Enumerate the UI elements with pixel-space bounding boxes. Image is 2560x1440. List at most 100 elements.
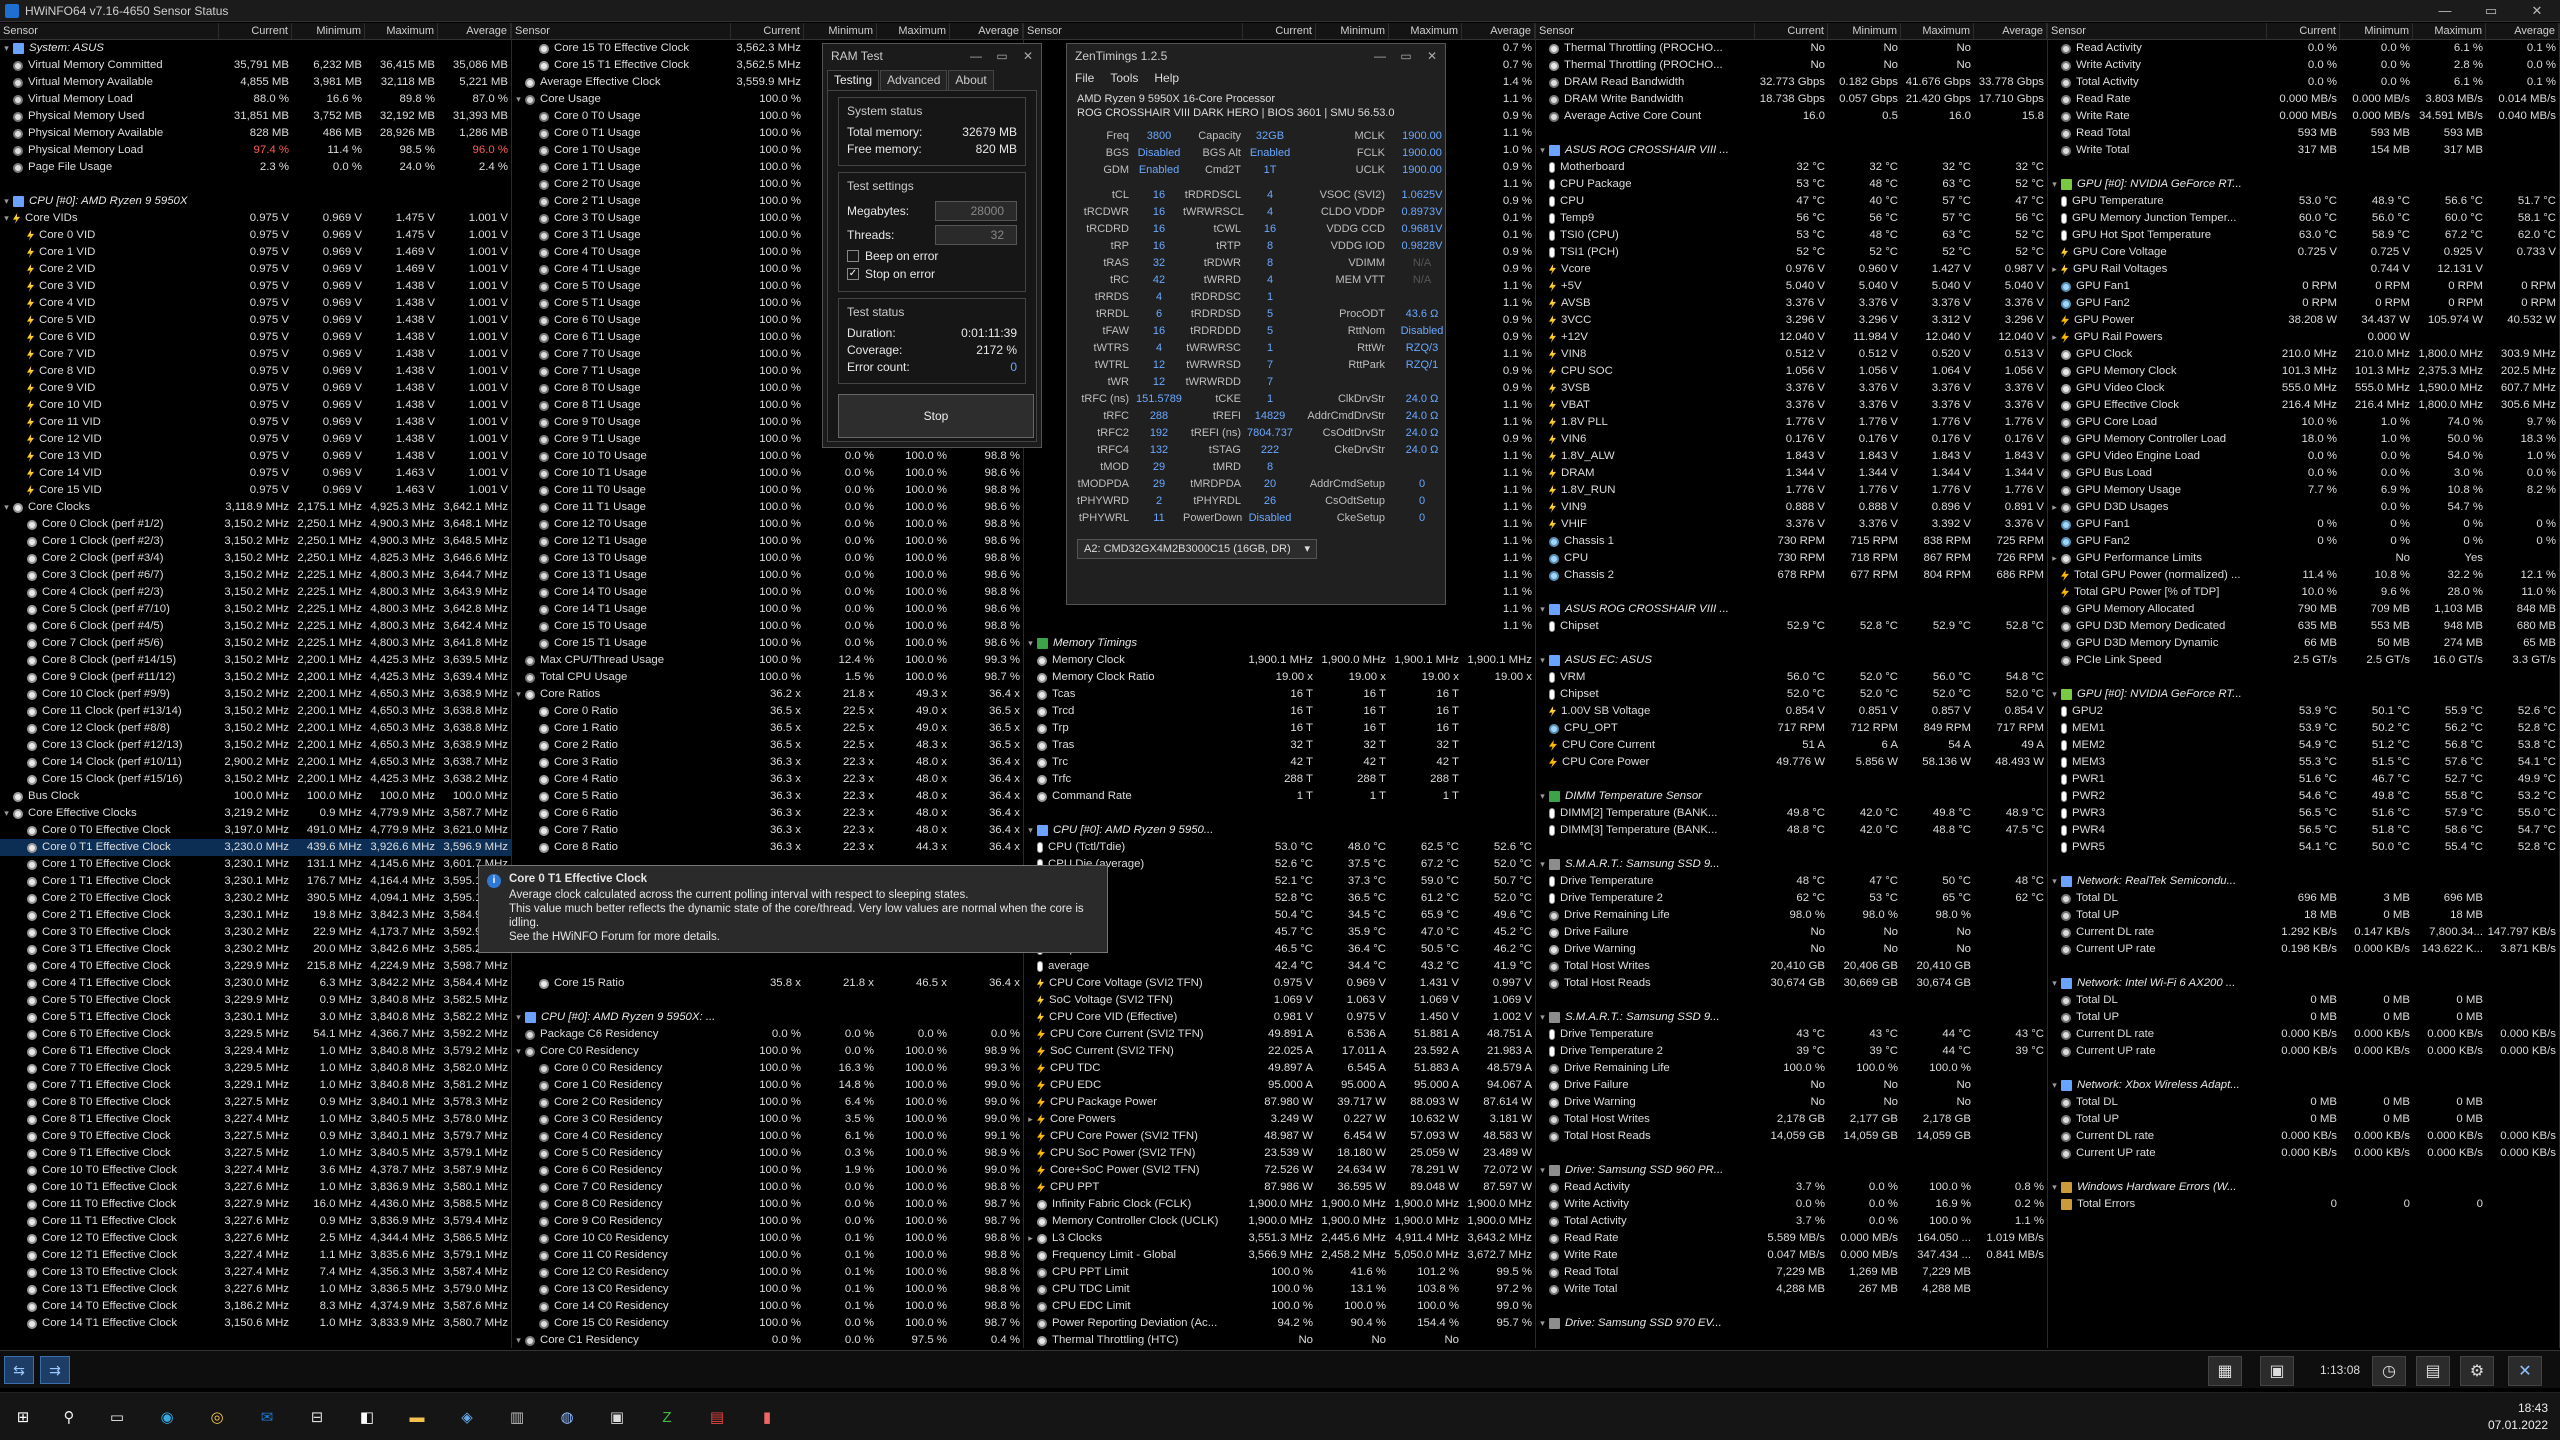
tree-toggle-icon[interactable]: ▾ [512, 686, 525, 703]
sensor-row[interactable] [1536, 1145, 2047, 1162]
sensor-row[interactable]: CPU Package 53 °C 48 °C 63 °C 52 °C [1536, 176, 2047, 193]
sensor-row[interactable]: GPU Memory Allocated 790 MB 709 MB 1,103 MB… [2048, 601, 2559, 618]
sensor-row[interactable]: VIN9 0.888 V 0.888 V 0.896 V 0.891 V [1536, 499, 2047, 516]
sensor-row[interactable]: Total Host Reads 30,674 GB 30,669 GB 30,674… [1536, 975, 2047, 992]
sensor-row[interactable]: CPU TDC Limit 100.0 % 13.1 % 103.8 % 97.2 % [1024, 1281, 1535, 1298]
nav-reset-arrow-icon[interactable]: ⇉ [40, 1356, 70, 1384]
sensor-row[interactable]: GPU Video Engine Load 0.0 % 0.0 % 54.0 % 1.0… [2048, 448, 2559, 465]
store-icon[interactable]: ⊟ [304, 1404, 330, 1430]
sensor-row[interactable]: Memory Clock 1,900.1 MHz 1,900.0 MHz 1,900.… [1024, 652, 1535, 669]
sensor-row[interactable]: Physical Memory Available 828 MB 486 MB 28,… [0, 125, 511, 142]
sensor-row[interactable]: Core 9 Clock (perf #11/12) 3,150.2 MHz 2,2… [0, 669, 511, 686]
sensor-pane-5[interactable]: Sensor Current Minimum Maximum Average Read A… [2048, 23, 2560, 1348]
sensor-row[interactable]: Core 9 VID 0.975 V 0.969 V 1.438 V 1.001 V [0, 380, 511, 397]
sensor-row[interactable]: Total Host Reads 14,059 GB 14,059 GB 14,059… [1536, 1128, 2047, 1145]
sensor-row[interactable]: Core 8 C0 Residency 100.0 % 0.0 % 100.0 % 98… [512, 1196, 1023, 1213]
sensor-row[interactable]: Core 13 T1 Usage 100.0 % 0.0 % 100.0 % 98.6 … [512, 567, 1023, 584]
tree-toggle-icon[interactable]: ▾ [2048, 975, 2061, 992]
sensor-row[interactable]: Core 8 Ratio 36.3 x 22.3 x 44.3 x 36.4 x [512, 839, 1023, 856]
sensor-row[interactable]: Core 12 Clock (perf #8/8) 3,150.2 MHz 2,20… [0, 720, 511, 737]
sensor-row[interactable]: Core 15 Clock (perf #15/16) 3,150.2 MHz 2,… [0, 771, 511, 788]
sensor-row[interactable] [512, 958, 1023, 975]
sensor-row[interactable]: Current DL rate 0.000 KB/s 0.000 KB/s 0.000… [2048, 1128, 2559, 1145]
header-sensor[interactable]: Sensor [2048, 23, 2267, 39]
sensor-row[interactable]: GPU Fan1 0 RPM 0 RPM 0 RPM 0 RPM [2048, 278, 2559, 295]
sensor-group-row[interactable]: ▾ CPU [#0]: AMD Ryzen 9 5950... [1024, 822, 1535, 839]
sensor-group-row[interactable]: ▾ CPU [#0]: AMD Ryzen 9 5950X: ... [512, 1009, 1023, 1026]
hwinfo-taskbar-icon[interactable]: ▤ [704, 1404, 730, 1430]
sensor-row[interactable]: Core 9 C0 Residency 100.0 % 0.0 % 100.0 % 98… [512, 1213, 1023, 1230]
sensor-row[interactable]: Chipset 52.0 °C 52.0 °C 52.0 °C 52.0 °C [1536, 686, 2047, 703]
sensor-row[interactable] [1536, 125, 2047, 142]
sensor-row[interactable]: PCIe Link Speed 2.5 GT/s 2.5 GT/s 16.0 GT/s… [2048, 652, 2559, 669]
sensor-row[interactable]: Bus Clock 100.0 MHz 100.0 MHz 100.0 MHz 100.… [0, 788, 511, 805]
sensor-row[interactable]: Core 3 T1 Effective Clock 3,230.2 MHz 20.0… [0, 941, 511, 958]
media-icon[interactable]: ◧ [354, 1404, 380, 1430]
sensor-row[interactable] [2048, 1060, 2559, 1077]
sensor-row[interactable]: Memory Controller Clock (UCLK) 1,900.0 MH… [1024, 1213, 1535, 1230]
sensor-row[interactable]: Core 10 T1 Effective Clock 3,227.6 MHz 1.0… [0, 1179, 511, 1196]
sensor-row[interactable]: Physical Memory Used 31,851 MB 3,752 MB 32,… [0, 108, 511, 125]
sensor-row[interactable]: GPU D3D Memory Dynamic 66 MB 50 MB 274 MB 65… [2048, 635, 2559, 652]
header-minimum[interactable]: Minimum [1828, 23, 1901, 39]
header-average[interactable]: Average [950, 23, 1023, 39]
sensor-row[interactable]: Core 14 T0 Usage 100.0 % 0.0 % 100.0 % 98.8 … [512, 584, 1023, 601]
sensor-row[interactable]: VHIF 3.376 V 3.376 V 3.392 V 3.376 V [1536, 516, 2047, 533]
tree-toggle-icon[interactable]: ▸ [2048, 499, 2061, 516]
sensor-row[interactable]: Trcd 16 T 16 T 16 T [1024, 703, 1535, 720]
sensor-row[interactable]: Core 12 C0 Residency 100.0 % 0.1 % 100.0 % 9… [512, 1264, 1023, 1281]
header-minimum[interactable]: Minimum [804, 23, 877, 39]
sensor-row[interactable]: Current DL rate 1.292 KB/s 0.147 KB/s 7,800… [2048, 924, 2559, 941]
tab-advanced[interactable]: Advanced [880, 70, 948, 90]
sensor-row[interactable]: Core 8 T1 Effective Clock 3,227.4 MHz 1.0 … [0, 1111, 511, 1128]
sensor-row[interactable]: Drive Temperature 2 39 °C 39 °C 44 °C 39 °C [1536, 1043, 2047, 1060]
sensor-row[interactable]: Chassis 2 678 RPM 677 RPM 804 RPM 686 RPM [1536, 567, 2047, 584]
sensor-row[interactable]: Chipset 52.9 °C 52.8 °C 52.9 °C 52.8 °C [1536, 618, 2047, 635]
header-average[interactable]: Average [438, 23, 511, 39]
sensor-row[interactable]: Vcore 0.976 V 0.960 V 1.427 V 0.987 V [1536, 261, 2047, 278]
sensor-row[interactable]: Core 6 T1 Effective Clock 3,229.4 MHz 1.0 … [0, 1043, 511, 1060]
sensor-row[interactable]: VBAT 3.376 V 3.376 V 3.376 V 3.376 V [1536, 397, 2047, 414]
tree-toggle-icon[interactable]: ▾ [1536, 652, 1549, 669]
sensor-row[interactable]: CPU Core Current (SVI2 TFN) 49.891 A 6.536… [1024, 1026, 1535, 1043]
header-current[interactable]: Current [1755, 23, 1828, 39]
sensor-row[interactable]: Core 11 Clock (perf #13/14) 3,150.2 MHz 2,… [0, 703, 511, 720]
sensor-row[interactable]: Core 0 C0 Residency 100.0 % 16.3 % 100.0 % 9… [512, 1060, 1023, 1077]
header-average[interactable]: Average [1462, 23, 1535, 39]
sensor-row[interactable]: ▸ GPU Rail Powers 0.000 W [2048, 329, 2559, 346]
sensor-row[interactable]: Total Activity 0.0 % 0.0 % 6.1 % 0.1 % [2048, 74, 2559, 91]
tab-testing[interactable]: Testing [827, 70, 880, 90]
menu-tools[interactable]: Tools [1110, 71, 1138, 85]
sensor-row[interactable]: GPU Bus Load 0.0 % 0.0 % 3.0 % 0.0 % [2048, 465, 2559, 482]
sensor-group-row[interactable]: ▾ System: ASUS [0, 40, 511, 57]
sensor-group-row[interactable]: ▾ GPU [#0]: NVIDIA GeForce RT... [2048, 686, 2559, 703]
edge-icon[interactable]: ◉ [154, 1404, 180, 1430]
tree-toggle-icon[interactable]: ▾ [1024, 822, 1037, 839]
sensor-row[interactable]: CPU (Tctl/Tdie) 53.0 °C 48.0 °C 62.5 °C 52.6… [1024, 839, 1535, 856]
sensor-row[interactable]: SoC Current (SVI2 TFN) 22.025 A 17.011 A 23… [1024, 1043, 1535, 1060]
sensor-row[interactable]: Core 2 C0 Residency 100.0 % 6.4 % 100.0 % 99… [512, 1094, 1023, 1111]
sensor-row[interactable] [2048, 159, 2559, 176]
sensor-row[interactable]: PWR1 51.6 °C 46.7 °C 52.7 °C 49.9 °C [2048, 771, 2559, 788]
sensor-row[interactable]: Thermal Throttling (PROCHO... No No No [1536, 57, 2047, 74]
sensor-row[interactable]: Core 10 T0 Usage 100.0 % 0.0 % 100.0 % 98.8 … [512, 448, 1023, 465]
tree-toggle-icon[interactable]: ▾ [512, 1009, 525, 1026]
tree-toggle-icon[interactable]: ▾ [0, 499, 13, 516]
tree-toggle-icon[interactable]: ▾ [1536, 1315, 1549, 1332]
tree-toggle-icon[interactable]: ▾ [512, 1043, 525, 1060]
sensor-row[interactable]: ▸ GPU Rail Voltages 0.744 V 12.131 V [2048, 261, 2559, 278]
sensor-row[interactable] [1536, 771, 2047, 788]
threads-input[interactable]: 32 [935, 225, 1017, 245]
sensor-row[interactable]: GPU Effective Clock 216.4 MHz 216.4 MHz 1,8… [2048, 397, 2559, 414]
search-icon[interactable]: ⚲ [56, 1404, 82, 1430]
sensor-row[interactable]: Current DL rate 0.000 KB/s 0.000 KB/s 0.000… [2048, 1026, 2559, 1043]
stop-button[interactable]: Stop [838, 394, 1034, 438]
header-current[interactable]: Current [1243, 23, 1316, 39]
tree-toggle-icon[interactable]: ▾ [1536, 601, 1549, 618]
sensor-row[interactable]: GPU Fan1 0 % 0 % 0 % 0 % [2048, 516, 2559, 533]
sensor-row[interactable] [1536, 584, 2047, 601]
sensor-row[interactable]: Total UP 18 MB 0 MB 18 MB [2048, 907, 2559, 924]
sensor-row[interactable]: Core 0 Clock (perf #1/2) 3,150.2 MHz 2,250… [0, 516, 511, 533]
sensor-row[interactable]: Core 15 T0 Usage 100.0 % 0.0 % 100.0 % 98.8 … [512, 618, 1023, 635]
memory-module-select[interactable]: A2: CMD32GX4M2B3000C15 (16GB, DR) ▾ [1077, 539, 1317, 559]
